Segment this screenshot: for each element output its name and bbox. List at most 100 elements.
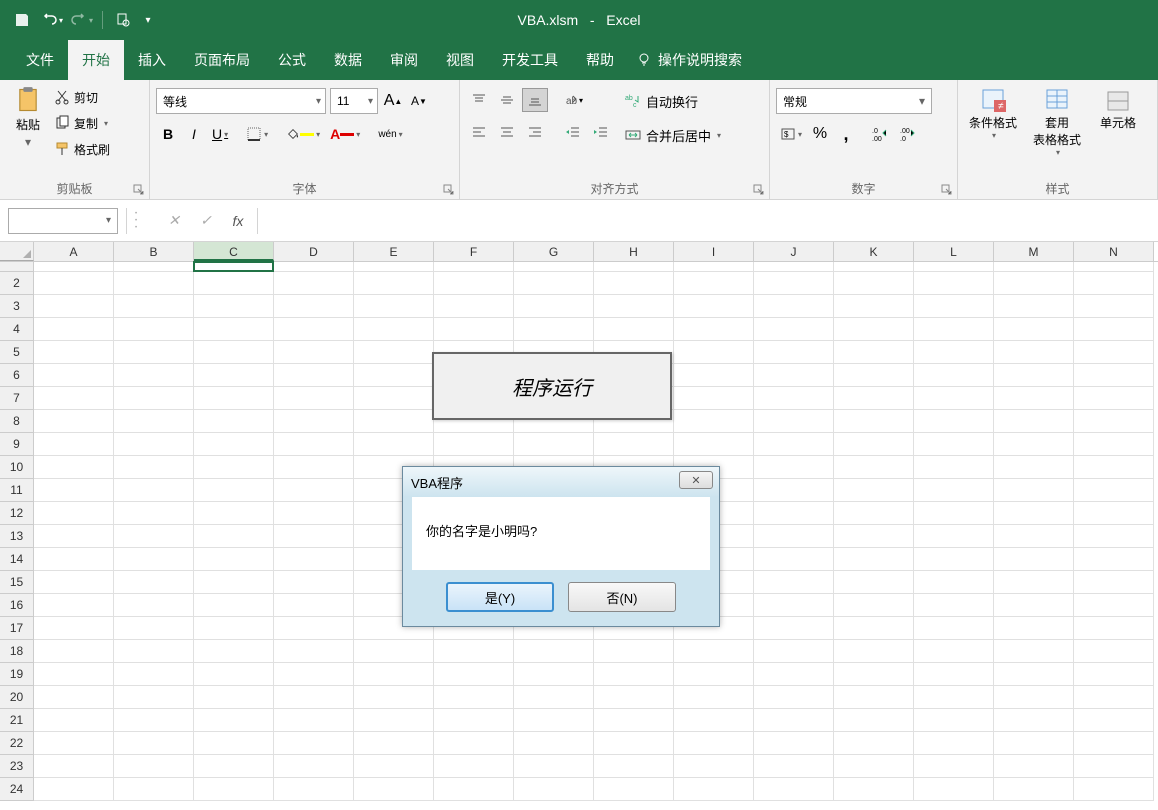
clipboard-dialog-launcher[interactable] (133, 183, 145, 195)
undo-icon[interactable]: ▾ (38, 6, 66, 34)
tab-developer[interactable]: 开发工具 (488, 40, 572, 80)
row-header-12[interactable]: 12 (0, 502, 34, 525)
comma-button[interactable]: , (834, 122, 858, 146)
tab-formulas[interactable]: 公式 (264, 40, 320, 80)
orientation-button[interactable]: ab▾ (560, 88, 586, 112)
name-box[interactable]: ▾ (8, 208, 118, 234)
redo-icon[interactable]: ▾ (68, 6, 96, 34)
fx-icon[interactable]: fx (225, 208, 251, 234)
row-header-20[interactable]: 20 (0, 686, 34, 709)
cell-styles-button[interactable]: 单元格 (1092, 86, 1144, 157)
column-header-E[interactable]: E (354, 242, 434, 261)
tell-me-search[interactable]: 操作说明搜索 (636, 40, 742, 80)
row-header-3[interactable]: 3 (0, 295, 34, 318)
tab-insert[interactable]: 插入 (124, 40, 180, 80)
align-bottom-button[interactable] (522, 88, 548, 112)
tab-file[interactable]: 文件 (12, 40, 68, 80)
italic-button[interactable]: I (182, 122, 206, 146)
tab-review[interactable]: 审阅 (376, 40, 432, 80)
column-header-A[interactable]: A (34, 242, 114, 261)
decrease-indent-button[interactable] (560, 120, 586, 144)
fill-color-button[interactable]: ▾ (282, 122, 324, 146)
increase-indent-button[interactable] (588, 120, 614, 144)
row-header-16[interactable]: 16 (0, 594, 34, 617)
percent-button[interactable]: % (808, 122, 832, 146)
align-top-button[interactable] (466, 88, 492, 112)
row-header-13[interactable]: 13 (0, 525, 34, 548)
column-header-K[interactable]: K (834, 242, 914, 261)
row-header-8[interactable]: 8 (0, 410, 34, 433)
increase-decimal-button[interactable]: .0.00 (868, 122, 894, 146)
cancel-formula-icon[interactable]: ✕ (161, 208, 187, 234)
column-header-N[interactable]: N (1074, 242, 1154, 261)
row-header-6[interactable]: 6 (0, 364, 34, 387)
row-header-10[interactable]: 10 (0, 456, 34, 479)
column-header-B[interactable]: B (114, 242, 194, 261)
row-header-1[interactable] (0, 262, 34, 272)
format-painter-button[interactable]: 格式刷 (54, 137, 110, 161)
row-header-15[interactable]: 15 (0, 571, 34, 594)
formula-input[interactable] (257, 208, 1158, 234)
select-all-corner[interactable] (0, 242, 34, 261)
merge-center-button[interactable]: 合并后居中▾ (624, 122, 721, 148)
row-header-23[interactable]: 23 (0, 755, 34, 778)
row-header-11[interactable]: 11 (0, 479, 34, 502)
cells-area[interactable]: 程序运行 VBA程序 ✕ 你的名字是小明吗? 是(Y) 否(N) (34, 262, 1158, 801)
align-middle-button[interactable] (494, 88, 520, 112)
decrease-decimal-button[interactable]: .00.0 (896, 122, 922, 146)
align-left-button[interactable] (466, 120, 492, 144)
column-header-G[interactable]: G (514, 242, 594, 261)
align-right-button[interactable] (522, 120, 548, 144)
column-header-D[interactable]: D (274, 242, 354, 261)
copy-button[interactable]: 复制▾ (54, 111, 110, 135)
dialog-title-bar[interactable]: VBA程序 ✕ (403, 467, 719, 497)
column-header-J[interactable]: J (754, 242, 834, 261)
font-dialog-launcher[interactable] (443, 183, 455, 195)
dialog-close-button[interactable]: ✕ (679, 471, 713, 489)
accounting-format-button[interactable]: $▾ (776, 122, 806, 146)
tab-view[interactable]: 视图 (432, 40, 488, 80)
enter-formula-icon[interactable]: ✓ (193, 208, 219, 234)
column-header-L[interactable]: L (914, 242, 994, 261)
paste-button[interactable]: 粘贴 ▾ (6, 84, 50, 162)
row-header-9[interactable]: 9 (0, 433, 34, 456)
font-name-combo[interactable]: 等线▾ (156, 88, 326, 114)
row-header-18[interactable]: 18 (0, 640, 34, 663)
qat-customize-icon[interactable]: ▾ (139, 6, 157, 34)
row-header-4[interactable]: 4 (0, 318, 34, 341)
tab-home[interactable]: 开始 (68, 40, 124, 80)
print-preview-icon[interactable] (109, 6, 137, 34)
font-size-combo[interactable]: 11▾ (330, 88, 378, 114)
row-header-7[interactable]: 7 (0, 387, 34, 410)
column-header-F[interactable]: F (434, 242, 514, 261)
column-header-C[interactable]: C (194, 242, 274, 261)
tab-page-layout[interactable]: 页面布局 (180, 40, 264, 80)
row-header-5[interactable]: 5 (0, 341, 34, 364)
tab-help[interactable]: 帮助 (572, 40, 628, 80)
number-format-combo[interactable]: 常规▾ (776, 88, 932, 114)
increase-font-button[interactable]: A▲ (382, 90, 404, 112)
font-color-button[interactable]: A▾ (326, 122, 364, 146)
borders-button[interactable]: ▾ (242, 122, 272, 146)
decrease-font-button[interactable]: A▼ (408, 90, 430, 112)
conditional-format-button[interactable]: ≠ 条件格式▾ (964, 86, 1022, 157)
dialog-yes-button[interactable]: 是(Y) (446, 582, 554, 612)
row-header-19[interactable]: 19 (0, 663, 34, 686)
row-header-14[interactable]: 14 (0, 548, 34, 571)
dialog-no-button[interactable]: 否(N) (568, 582, 676, 612)
row-header-24[interactable]: 24 (0, 778, 34, 801)
row-header-22[interactable]: 22 (0, 732, 34, 755)
format-as-table-button[interactable]: 套用 表格格式▾ (1028, 86, 1086, 157)
alignment-dialog-launcher[interactable] (753, 183, 765, 195)
save-icon[interactable] (8, 6, 36, 34)
bold-button[interactable]: B (156, 122, 180, 146)
row-header-17[interactable]: 17 (0, 617, 34, 640)
number-dialog-launcher[interactable] (941, 183, 953, 195)
tab-data[interactable]: 数据 (320, 40, 376, 80)
column-header-I[interactable]: I (674, 242, 754, 261)
align-center-button[interactable] (494, 120, 520, 144)
column-header-H[interactable]: H (594, 242, 674, 261)
phonetic-button[interactable]: wén▾ (374, 122, 406, 146)
macro-run-button[interactable]: 程序运行 (432, 352, 672, 420)
wrap-text-button[interactable]: abc自动换行 (624, 88, 721, 114)
